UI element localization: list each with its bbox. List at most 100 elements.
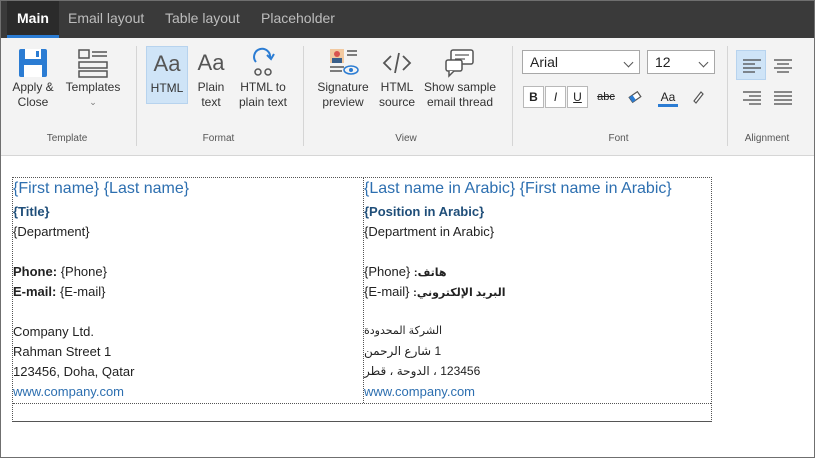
email-placeholder: {E-mail} bbox=[59, 284, 106, 299]
arabic-department-placeholder[interactable]: {Department in Arabic} bbox=[364, 224, 494, 239]
signature-editor-canvas[interactable]: {First name} {Last name} {Title} {Depart… bbox=[1, 157, 814, 457]
street-address[interactable]: Rahman Street 1 bbox=[13, 344, 111, 359]
chevron-down-icon bbox=[698, 57, 709, 68]
arabic-website-link[interactable]: www.company.com bbox=[364, 384, 475, 399]
arabic-email-placeholder: {E-mail} bbox=[364, 284, 410, 299]
align-left-icon bbox=[743, 59, 761, 73]
align-justify-button[interactable] bbox=[767, 82, 797, 112]
highlighter-icon bbox=[690, 91, 706, 108]
arabic-email-line[interactable]: {E-mail} البريد الإلكتروني: bbox=[364, 284, 506, 299]
font-size-dropdown[interactable]: 12 bbox=[647, 50, 715, 74]
signature-preview-label-1: Signature bbox=[317, 80, 369, 94]
align-center-button[interactable] bbox=[767, 50, 797, 80]
company-name[interactable]: Company Ltd. bbox=[13, 324, 94, 339]
html-to-plain-label-2: plain text bbox=[238, 95, 288, 109]
show-sample-email-thread-button[interactable]: Show sample email thread bbox=[422, 46, 498, 109]
title-placeholder[interactable]: {Title} bbox=[13, 204, 50, 219]
italic-button[interactable]: I bbox=[545, 86, 566, 108]
group-label-alignment: Alignment bbox=[744, 133, 790, 144]
group-label-format: Format bbox=[202, 133, 235, 144]
plain-text-button[interactable]: Aa Plain text bbox=[191, 46, 231, 109]
arabic-phone-label: هاتف: bbox=[413, 267, 447, 279]
signature-editor-window: Main Email layout Table layout Placehold… bbox=[0, 0, 815, 458]
tab-bar: Main Email layout Table layout Placehold… bbox=[1, 1, 814, 38]
bold-button[interactable]: B bbox=[523, 86, 544, 108]
templates-icon bbox=[63, 46, 123, 80]
website-link[interactable]: www.company.com bbox=[13, 384, 124, 399]
signature-cell-arabic[interactable]: {Last name in Arabic} {First name in Ara… bbox=[363, 178, 713, 403]
underline-button[interactable]: U bbox=[567, 86, 588, 108]
ribbon: Apply & Close Templates ⌄ Template Aa HT… bbox=[1, 38, 814, 156]
html-format-button[interactable]: Aa HTML bbox=[146, 46, 188, 104]
signature-preview-icon bbox=[314, 46, 372, 80]
html-format-label: HTML bbox=[150, 81, 184, 95]
font-family-value: Arial bbox=[530, 54, 559, 70]
font-color-button[interactable]: Aa bbox=[655, 86, 681, 108]
arabic-phone-placeholder: {Phone} bbox=[364, 264, 411, 279]
highlight-button[interactable] bbox=[685, 86, 711, 108]
tab-email-layout[interactable]: Email layout bbox=[58, 1, 154, 38]
tab-placeholder[interactable]: Placeholder bbox=[251, 1, 345, 38]
html-to-plain-text-button[interactable]: HTML to plain text bbox=[235, 46, 291, 109]
align-center-icon bbox=[774, 59, 792, 73]
chevron-down-icon: ⌄ bbox=[89, 97, 97, 107]
divider bbox=[727, 46, 728, 146]
chevron-down-icon bbox=[623, 57, 634, 68]
plain-text-label-1: Plain bbox=[197, 80, 225, 94]
convert-icon bbox=[235, 46, 291, 80]
font-color-label: Aa bbox=[660, 90, 676, 104]
arabic-phone-line[interactable]: {Phone} هاتف: bbox=[364, 264, 447, 279]
group-label-view: View bbox=[395, 133, 417, 144]
department-placeholder[interactable]: {Department} bbox=[13, 224, 90, 239]
signature-table[interactable]: {First name} {Last name} {Title} {Depart… bbox=[12, 177, 712, 422]
phone-label: Phone: bbox=[13, 264, 58, 279]
arabic-name-placeholder[interactable]: {Last name in Arabic} {First name in Ara… bbox=[364, 180, 672, 198]
group-label-font: Font bbox=[608, 133, 629, 144]
sample-thread-label-1: Show sample bbox=[423, 80, 497, 94]
html-source-label-1: HTML bbox=[380, 80, 414, 94]
strikethrough-button[interactable]: abc bbox=[593, 86, 619, 108]
name-placeholder[interactable]: {First name} {Last name} bbox=[13, 180, 189, 198]
table-row-divider bbox=[13, 403, 711, 404]
chat-bubbles-icon bbox=[422, 46, 498, 80]
divider bbox=[303, 46, 304, 146]
align-right-button[interactable] bbox=[736, 82, 766, 112]
email-line[interactable]: E-mail: {E-mail} bbox=[13, 284, 106, 299]
code-icon bbox=[376, 46, 418, 80]
plain-text-label-2: text bbox=[201, 95, 221, 109]
align-justify-icon bbox=[774, 91, 792, 105]
signature-cell-english[interactable]: {First name} {Last name} {Title} {Depart… bbox=[13, 178, 363, 403]
divider bbox=[512, 46, 513, 146]
arabic-title-placeholder[interactable]: {Position in Arabic} bbox=[364, 204, 484, 219]
signature-preview-button[interactable]: Signature preview bbox=[314, 46, 372, 109]
apply-close-label-2: Close bbox=[17, 95, 49, 109]
save-icon bbox=[7, 46, 59, 80]
templates-button[interactable]: Templates ⌄ bbox=[63, 46, 123, 107]
arabic-city-address[interactable]: 123456 ، الدوحة ، قطر bbox=[364, 364, 480, 378]
font-color-swatch bbox=[658, 104, 678, 107]
templates-label: Templates bbox=[65, 80, 121, 94]
divider bbox=[136, 46, 137, 146]
group-label-template: Template bbox=[46, 133, 88, 144]
align-left-button[interactable] bbox=[736, 50, 766, 80]
align-right-icon bbox=[743, 91, 761, 105]
arabic-street-address[interactable]: 1 شارع الرحمن bbox=[364, 344, 441, 358]
city-address[interactable]: 123456, Doha, Qatar bbox=[13, 364, 134, 379]
apply-close-label-1: Apply & bbox=[12, 80, 54, 94]
html-source-button[interactable]: HTML source bbox=[376, 46, 418, 109]
apply-close-button[interactable]: Apply & Close bbox=[7, 46, 59, 109]
html-to-plain-label-1: HTML to bbox=[240, 80, 286, 94]
phone-placeholder: {Phone} bbox=[60, 264, 107, 279]
html-format-icon: Aa bbox=[153, 51, 181, 76]
eraser-icon bbox=[627, 90, 645, 109]
font-family-dropdown[interactable]: Arial bbox=[522, 50, 640, 74]
tab-table-layout[interactable]: Table layout bbox=[155, 1, 250, 38]
phone-line[interactable]: Phone: {Phone} bbox=[13, 264, 107, 279]
sample-thread-label-2: email thread bbox=[426, 95, 494, 109]
email-label: E-mail: bbox=[13, 284, 57, 299]
clear-formatting-button[interactable] bbox=[623, 86, 649, 108]
arabic-company-name[interactable]: الشركة المحدودة bbox=[364, 324, 442, 337]
tab-main[interactable]: Main bbox=[7, 1, 59, 38]
html-source-label-2: source bbox=[378, 95, 416, 109]
font-size-value: 12 bbox=[655, 54, 671, 70]
